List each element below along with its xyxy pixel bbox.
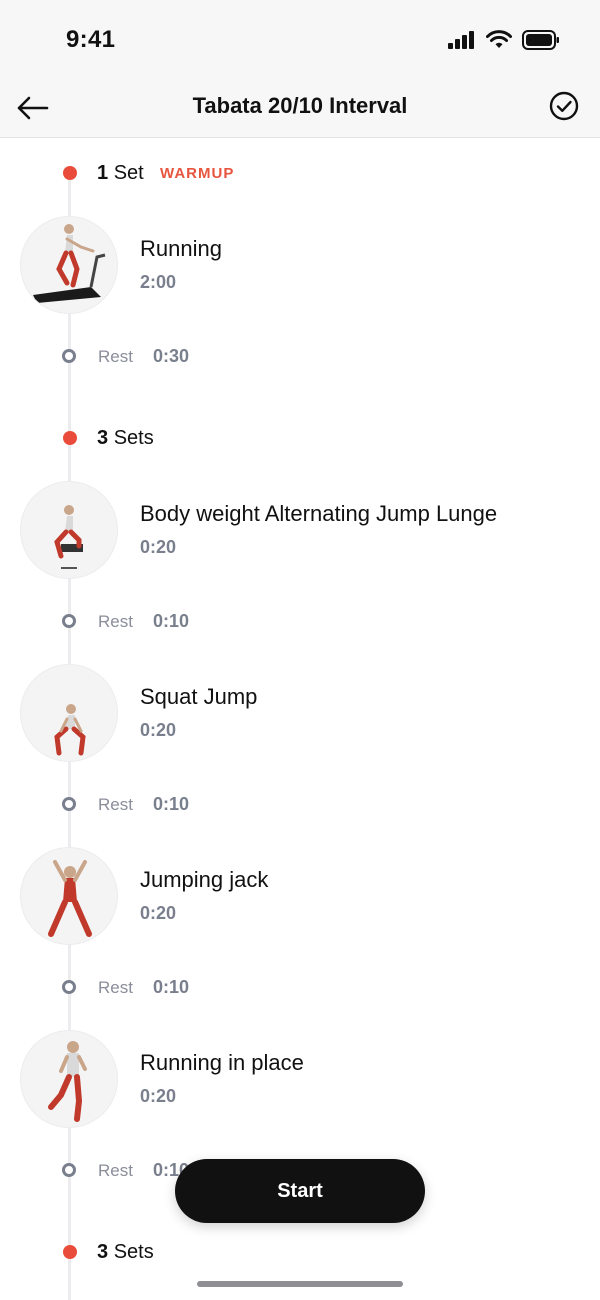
exercise-duration: 0:20 — [140, 537, 177, 557]
rest-dot — [62, 1163, 76, 1177]
rest-label: Rest — [98, 978, 133, 997]
exercise-thumbnail — [20, 1030, 118, 1128]
rest-dot — [62, 349, 76, 363]
exercise-running[interactable]: Running 2:00 — [20, 216, 590, 316]
rest-duration: 0:10 — [153, 794, 190, 814]
exercise-thumbnail — [20, 847, 118, 945]
treadmill-runner-icon — [33, 224, 106, 303]
status-bar: 9:41 — [0, 0, 600, 76]
rest-label: Rest — [98, 795, 133, 814]
rest-duration: 0:10 — [153, 977, 190, 997]
rest-duration: 0:30 — [153, 346, 190, 366]
exercise-running-in-place[interactable]: Running in place 0:20 — [20, 1030, 590, 1130]
exercise-name: Squat Jump — [140, 684, 258, 709]
exercise-name: Jumping jack — [140, 867, 269, 892]
rest-dot — [62, 797, 76, 811]
rest-label: Rest — [98, 1161, 133, 1180]
status-time: 9:41 — [66, 26, 116, 53]
rest-duration: 0:10 — [153, 611, 190, 631]
warmup-badge: WARMUP — [160, 165, 235, 182]
set-header: 3 Sets — [0, 1237, 600, 1267]
exercise-duration: 2:00 — [140, 272, 177, 292]
squat-jump-figure-icon — [54, 704, 86, 756]
set-label: 3 Sets — [97, 427, 154, 449]
battery-icon — [522, 30, 559, 50]
exercise-duration: 0:20 — [140, 903, 177, 923]
set-header-warmup: 1 Set WARMUP — [0, 158, 600, 188]
set-dot — [63, 1245, 77, 1259]
exercise-name: Body weight Alternating Jump Lunge — [140, 501, 498, 526]
running-in-place-figure-icon — [48, 1041, 87, 1122]
rest-label: Rest — [98, 347, 133, 366]
exercise-name: Running — [140, 236, 222, 261]
start-button[interactable]: Start — [175, 1159, 425, 1223]
check-circle-icon — [549, 91, 579, 121]
exercise-name: Running in place — [140, 1050, 304, 1075]
exercise-jumping-jack[interactable]: Jumping jack 0:20 — [20, 847, 590, 947]
set-label: 1 Set — [97, 162, 144, 184]
exercise-thumbnail — [20, 664, 118, 762]
set-label: 3 Sets — [97, 1241, 154, 1263]
jump-lunge-figure-icon — [54, 505, 83, 569]
done-button[interactable] — [548, 90, 580, 122]
wifi-icon — [486, 30, 512, 48]
set-dot — [63, 431, 77, 445]
exercise-duration: 0:20 — [140, 1086, 177, 1106]
rest-row: Rest 0:10 — [0, 609, 600, 633]
rest-dot — [62, 614, 76, 628]
nav-bar: Tabata 20/10 Interval — [0, 76, 600, 138]
set-header: 3 Sets — [0, 423, 600, 453]
page-title: Tabata 20/10 Interval — [192, 93, 408, 118]
exercise-thumbnail — [20, 216, 118, 314]
rest-row: Rest 0:30 — [0, 344, 600, 368]
home-indicator — [197, 1281, 403, 1287]
rest-row: Rest 0:10 — [0, 792, 600, 816]
exercise-jump-lunge[interactable]: Body weight Alternating Jump Lunge 0:20 — [20, 481, 590, 581]
signal-icon — [448, 31, 474, 49]
rest-dot — [62, 980, 76, 994]
exercise-duration: 0:20 — [140, 720, 177, 740]
rest-row: Rest 0:10 — [0, 975, 600, 999]
status-icons — [448, 30, 560, 50]
workout-timeline: 1 Set WARMUP Running 2:00 Rest 0:30 3 Se… — [0, 138, 600, 1300]
jumping-jack-figure-icon — [48, 860, 92, 937]
exercise-thumbnail — [20, 481, 118, 579]
set-dot — [63, 166, 77, 180]
rest-label: Rest — [98, 612, 133, 631]
exercise-squat-jump[interactable]: Squat Jump 0:20 — [20, 664, 590, 764]
